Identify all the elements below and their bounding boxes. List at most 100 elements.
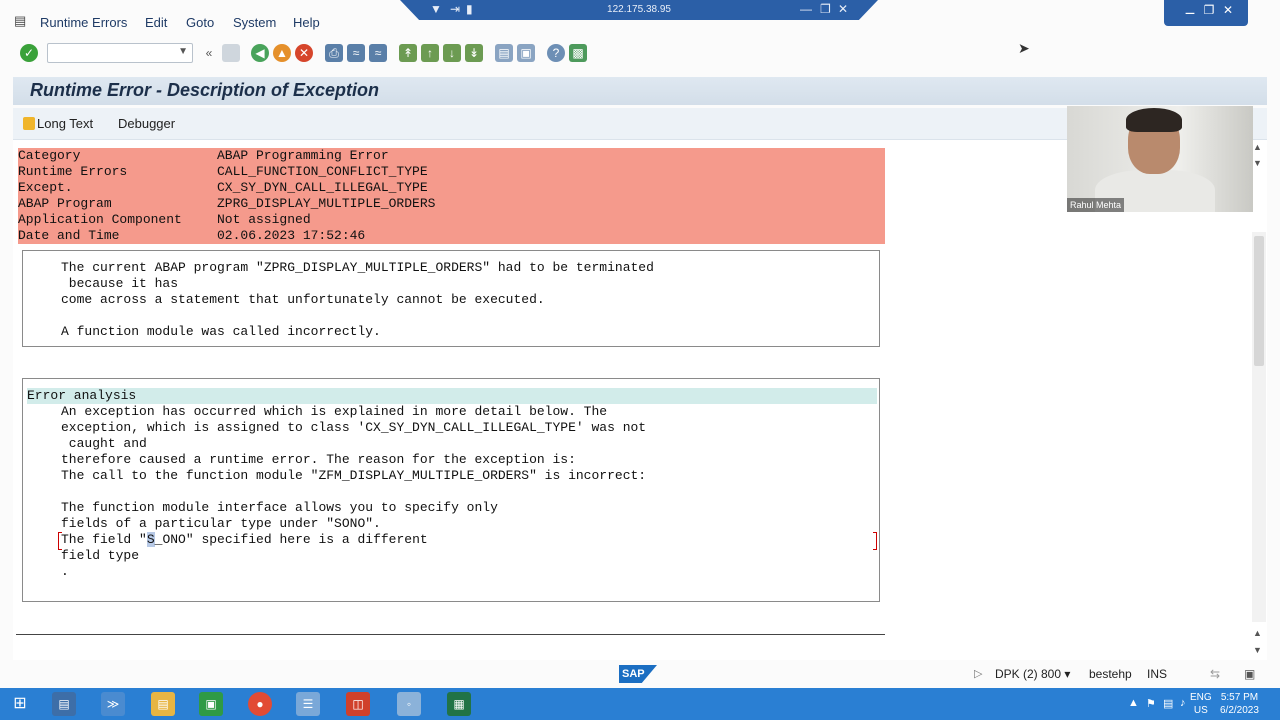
info-key: Date and Time: [18, 228, 120, 243]
window-controls: ⚊ ❐ ✕: [1164, 0, 1248, 26]
network-icon[interactable]: ▤: [1163, 697, 1173, 710]
menu-help[interactable]: Help: [293, 15, 320, 30]
debugger-button[interactable]: Debugger: [118, 116, 175, 131]
sap-gui-icon[interactable]: ◦: [397, 692, 421, 716]
lock-icon[interactable]: ▣: [1244, 667, 1255, 681]
mouse-cursor-icon: ➤: [1018, 40, 1030, 56]
scroll-down-arrow-icon[interactable]: ▼: [1253, 158, 1262, 168]
clock-time: 5:57 PM: [1220, 692, 1259, 703]
powerpoint-icon[interactable]: ◫: [346, 692, 370, 716]
webcam-person-hair: [1126, 108, 1182, 132]
analysis-line: field type: [61, 548, 140, 563]
info-row: Runtime Errors CALL_FUNCTION_CONFLICT_TYP…: [18, 164, 885, 180]
shortcut-icon[interactable]: ▣: [517, 44, 535, 62]
next-page-icon[interactable]: ↓: [443, 44, 461, 62]
scroll-down-icon[interactable]: ▼: [1253, 645, 1262, 655]
scroll-up-icon[interactable]: ▲: [1253, 628, 1262, 638]
error-analysis-heading: Error analysis: [27, 388, 877, 404]
play-icon[interactable]: ▷: [974, 667, 982, 680]
info-value: ABAP Programming Error: [217, 148, 389, 163]
enter-check-icon[interactable]: ✓: [20, 44, 38, 62]
error-analysis-box: Error analysis An exception has occurred…: [22, 378, 880, 602]
selection-suffix: _ONO" specified here is a different: [154, 532, 428, 547]
scrollbar-thumb[interactable]: [1254, 236, 1264, 366]
analysis-line: The function module interface allows you…: [61, 500, 498, 515]
previous-page-icon[interactable]: ↑: [421, 44, 439, 62]
find-icon[interactable]: ≈: [347, 44, 365, 62]
analysis-line-selected[interactable]: The field "S_ONO" specified here is a di…: [61, 532, 428, 548]
short-text-line: because it has: [61, 276, 179, 291]
analysis-line: caught and: [61, 436, 147, 451]
webcam-overlay: Rahul Mehta: [1067, 106, 1253, 212]
folder-icon[interactable]: ▤: [151, 692, 175, 716]
language-indicator[interactable]: ENG US: [1190, 691, 1212, 717]
short-text-line: come across a statement that unfortunate…: [61, 292, 545, 307]
menu-goto[interactable]: Goto: [186, 15, 214, 30]
windows-start-icon[interactable]: ⊞: [8, 692, 32, 716]
user-info: bestehp: [1089, 667, 1132, 681]
tray-arrow-icon[interactable]: ▲: [1128, 697, 1139, 709]
info-row: Except. CX_SY_DYN_CALL_ILLEGAL_TYPE: [18, 180, 885, 196]
layout-menu-icon[interactable]: ▩: [569, 44, 587, 62]
info-value: CX_SY_DYN_CALL_ILLEGAL_TYPE: [217, 180, 428, 195]
webcam-name-label: Rahul Mehta: [1067, 198, 1125, 212]
info-value: CALL_FUNCTION_CONFLICT_TYPE: [217, 164, 428, 179]
system-info[interactable]: DPK (2) 800 ▾: [995, 667, 1070, 681]
sap-menu-icon[interactable]: ▤: [14, 13, 26, 29]
cancel-icon[interactable]: ✕: [295, 44, 313, 62]
chevron-down-icon: ▾: [1064, 667, 1071, 681]
first-page-icon[interactable]: ↟: [399, 44, 417, 62]
insert-mode[interactable]: INS: [1147, 667, 1167, 681]
volume-icon[interactable]: ♪: [1180, 697, 1186, 709]
help-icon[interactable]: ?: [547, 44, 565, 62]
info-value: Not assigned: [217, 212, 311, 227]
excel-icon[interactable]: ▦: [447, 692, 471, 716]
save-icon[interactable]: [222, 44, 240, 62]
analysis-line: An exception has occurred which is expla…: [61, 404, 608, 419]
window-minimize-icon[interactable]: ⚊: [1181, 3, 1199, 19]
long-text-button[interactable]: Long Text: [23, 116, 93, 131]
info-row: Date and Time 02.06.2023 17:52:46: [18, 228, 885, 244]
windows-taskbar: ⊞ ▤ ≫ ▤ ▣ ● ☰ ◫ ◦ ▦ ▲ ⚑ ▤ ♪ ENG US 5:57 P…: [0, 688, 1280, 720]
info-key: Except.: [18, 180, 73, 195]
print-icon[interactable]: ⎙: [325, 44, 343, 62]
page-title: Runtime Error - Description of Exception: [30, 80, 380, 100]
clock-date: 6/2/2023: [1220, 705, 1259, 716]
tray-flag-icon[interactable]: ⚑: [1146, 697, 1156, 710]
text-selection: S: [146, 532, 155, 547]
sap-logo: SAP: [619, 665, 657, 683]
analysis-line: .: [61, 564, 69, 579]
powershell-icon[interactable]: ≫: [101, 692, 125, 716]
settings-icon[interactable]: ⇆: [1210, 667, 1220, 681]
remote-desktop-bar: ▼ ⇥ ▮ 122.175.38.95 — ❐ ✕: [400, 0, 878, 20]
analysis-line: fields of a particular type under "SONO"…: [61, 516, 381, 531]
sap-logon-icon[interactable]: ☰: [296, 692, 320, 716]
menu-system[interactable]: System: [233, 15, 276, 30]
clock[interactable]: 5:57 PM 6/2/2023: [1220, 691, 1259, 717]
exit-icon[interactable]: ▲: [273, 44, 291, 62]
info-key: Runtime Errors: [18, 164, 128, 179]
find-next-icon[interactable]: ≈: [369, 44, 387, 62]
store-icon[interactable]: ▣: [199, 692, 223, 716]
title-bar: Runtime Error - Description of Exception: [13, 77, 1267, 105]
cursor-bracket-left: [58, 532, 62, 550]
command-field[interactable]: ▼: [47, 43, 193, 63]
chrome-icon[interactable]: ●: [248, 692, 272, 716]
back-icon[interactable]: ◀: [251, 44, 269, 62]
menu-edit[interactable]: Edit: [145, 15, 167, 30]
window-restore-icon[interactable]: ❐: [1200, 3, 1218, 19]
scroll-up-arrow-icon[interactable]: ▲: [1253, 142, 1262, 152]
chevron-left-icon[interactable]: «: [200, 44, 218, 62]
chevron-down-icon[interactable]: ▼: [178, 46, 188, 57]
close-icon[interactable]: ✕: [838, 2, 848, 16]
info-value: 02.06.2023 17:52:46: [217, 228, 366, 243]
divider: [16, 634, 885, 635]
restore-icon[interactable]: ❐: [820, 2, 831, 16]
minimize-icon[interactable]: —: [800, 2, 812, 16]
last-page-icon[interactable]: ↡: [465, 44, 483, 62]
menu-runtime-errors[interactable]: Runtime Errors: [40, 15, 127, 30]
error-info-table: Category ABAP Programming Error Runtime E…: [18, 148, 885, 244]
new-session-icon[interactable]: ▤: [495, 44, 513, 62]
explorer-icon[interactable]: ▤: [52, 692, 76, 716]
window-close-icon[interactable]: ✕: [1219, 3, 1237, 19]
